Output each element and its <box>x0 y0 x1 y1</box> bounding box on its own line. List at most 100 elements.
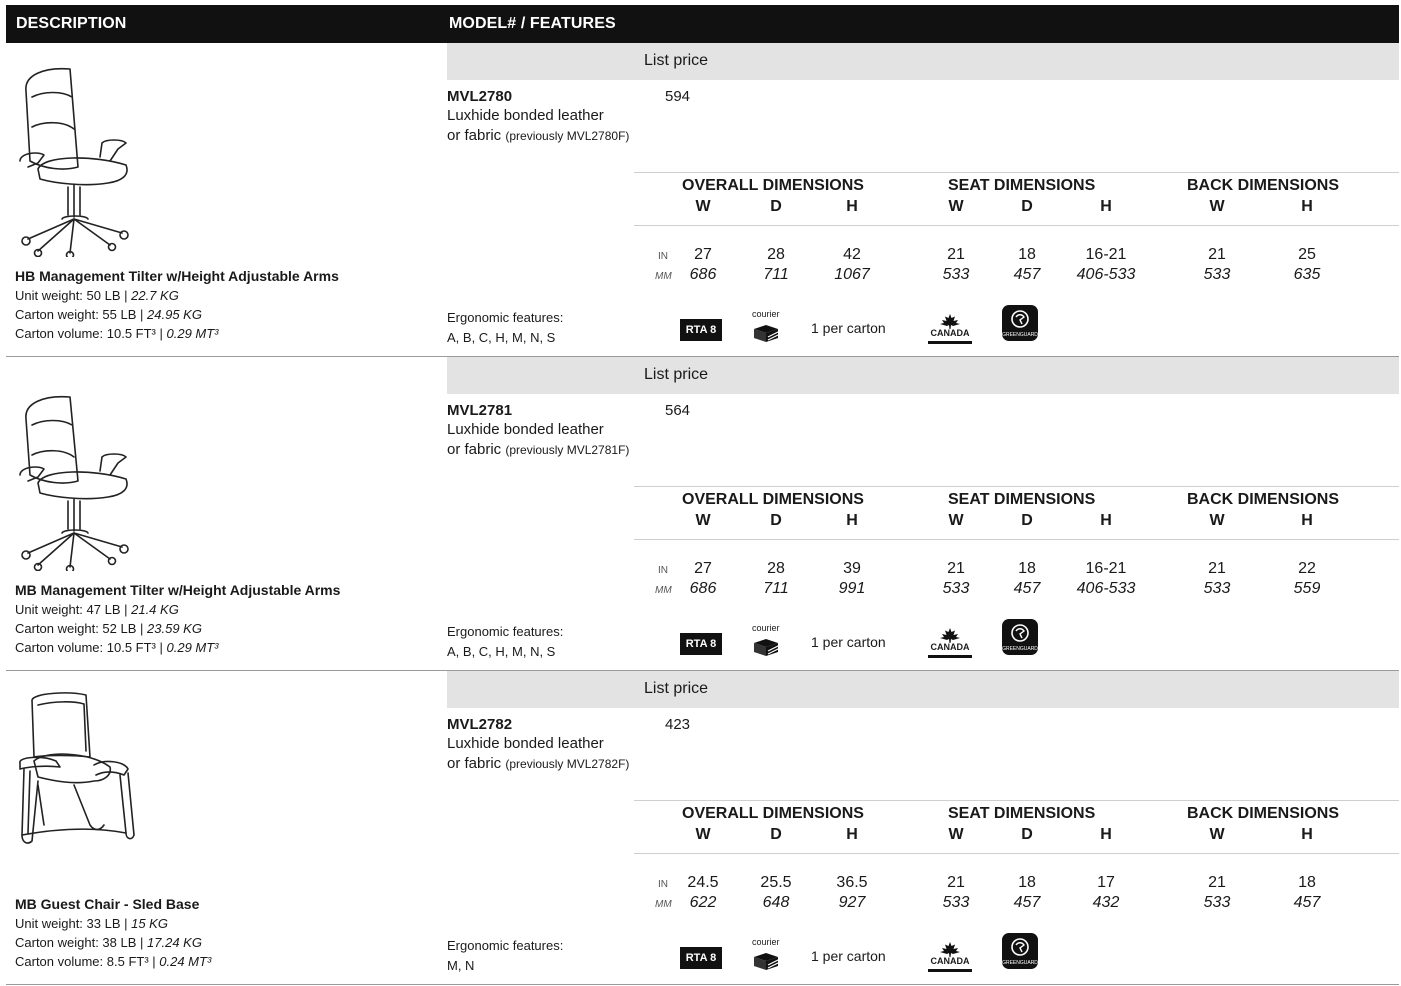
unit-weight-imperial: Unit weight: 50 LB | <box>15 288 132 303</box>
courier-icon: courier <box>750 937 786 973</box>
back-dimensions-heading: BACK DIMENSIONS <box>1187 177 1340 194</box>
carton-volume-metric: 0.24 MT³ <box>159 954 212 969</box>
dim-value-mm: 457 <box>1013 266 1041 283</box>
unit-weight-metric: 22.7 KG <box>131 288 179 303</box>
material-line2: or fabric (previously MVL2781F) <box>447 441 629 458</box>
dim-value-mm: 533 <box>1203 266 1231 283</box>
dim-value-mm: 533 <box>942 580 970 597</box>
dim-sub-w: W <box>948 826 964 843</box>
material-line2: or fabric (previously MVL2782F) <box>447 755 629 772</box>
dimension-mid-rule <box>634 539 1399 540</box>
unit-in: IN <box>658 565 668 576</box>
list-price-value: 564 <box>665 402 691 419</box>
dim-sub-w: W <box>948 198 964 215</box>
chair-image <box>14 371 139 574</box>
dim-value-in: 22 <box>1298 560 1316 577</box>
dim-value-mm: 686 <box>689 266 717 283</box>
dim-sub-d: D <box>1021 512 1033 529</box>
dim-value-mm: 406-533 <box>1076 266 1136 283</box>
canada-underline <box>928 655 972 658</box>
rta-badge: RTA 8 <box>680 319 722 341</box>
dim-value-in: 21 <box>947 246 965 263</box>
carton-weight-imperial: Carton weight: 55 LB | <box>15 307 148 322</box>
per-carton-text: 1 per carton <box>811 320 886 336</box>
carton-weight-imperial: Carton weight: 38 LB | <box>15 935 148 950</box>
rta-badge: RTA 8 <box>680 947 722 969</box>
dim-sub-h: H <box>1100 198 1112 215</box>
list-price-bar <box>447 671 1399 708</box>
unit-in: IN <box>658 251 668 262</box>
dim-sub-h: H <box>846 198 858 215</box>
row-separator <box>6 984 1399 985</box>
dimension-top-rule <box>634 486 1399 487</box>
rta-badge: RTA 8 <box>680 633 722 655</box>
carton-weight-imperial: Carton weight: 52 LB | <box>15 621 148 636</box>
list-price-bar <box>447 357 1399 394</box>
dim-value-mm: 622 <box>689 894 717 911</box>
greenguard-label: GREENGUARD <box>1002 960 1038 966</box>
list-price-value: 594 <box>665 88 691 105</box>
ergonomic-label: Ergonomic features: <box>447 938 564 953</box>
courier-label: courier <box>752 937 780 947</box>
list-price-value: 423 <box>665 716 691 733</box>
dim-value-mm: 686 <box>689 580 717 597</box>
product-row: List price MVL2781 Luxhide bonded leather o… <box>6 357 1399 671</box>
product-title: HB Management Tilter w/Height Adjustable… <box>15 268 339 284</box>
unit-weight-imperial: Unit weight: 47 LB | <box>15 602 132 617</box>
dim-sub-d: D <box>770 198 782 215</box>
carton-weight: Carton weight: 52 LB | 23.59 KG <box>15 621 202 636</box>
seat-dimensions-heading: SEAT DIMENSIONS <box>948 805 1096 822</box>
overall-dimensions-heading: OVERALL DIMENSIONS <box>682 177 864 194</box>
dim-value-in: 18 <box>1018 560 1036 577</box>
dimension-mid-rule <box>634 853 1399 854</box>
dim-value-in: 25.5 <box>760 874 792 891</box>
per-carton-text: 1 per carton <box>811 948 886 964</box>
dim-sub-h: H <box>846 512 858 529</box>
unit-in: IN <box>658 879 668 890</box>
header-description: DESCRIPTION <box>16 15 127 32</box>
dim-value-in: 36.5 <box>836 874 868 891</box>
dim-sub-h: H <box>1301 826 1313 843</box>
dimension-top-rule <box>634 172 1399 173</box>
dim-value-in: 21 <box>1208 874 1226 891</box>
overall-dimensions-heading: OVERALL DIMENSIONS <box>682 805 864 822</box>
previously-model: (previously MVL2781F) <box>505 443 630 457</box>
dim-value-in: 21 <box>1208 246 1226 263</box>
carton-volume: Carton volume: 10.5 FT³ | 0.29 MT³ <box>15 326 219 341</box>
dim-value-mm: 1067 <box>834 266 870 283</box>
ergonomic-label: Ergonomic features: <box>447 310 564 325</box>
dim-value-in: 21 <box>1208 560 1226 577</box>
dim-sub-d: D <box>770 826 782 843</box>
previously-model: (previously MVL2782F) <box>505 757 630 771</box>
table-header: DESCRIPTION MODEL# / FEATURES <box>6 5 1399 43</box>
canada-label: CANADA <box>930 328 970 338</box>
canada-underline <box>928 341 972 344</box>
courier-label: courier <box>752 623 780 633</box>
dim-value-mm: 711 <box>763 580 789 597</box>
material-or-fabric: or fabric <box>447 755 502 772</box>
seat-dimensions-heading: SEAT DIMENSIONS <box>948 491 1096 508</box>
unit-weight-metric: 15 KG <box>131 916 168 931</box>
unit-weight: Unit weight: 47 LB | 21.4 KG <box>15 602 179 617</box>
carton-weight-metric: 24.95 KG <box>147 307 202 322</box>
dim-sub-d: D <box>1021 826 1033 843</box>
material-line1: Luxhide bonded leather <box>447 421 604 438</box>
dim-sub-w: W <box>948 512 964 529</box>
dim-value-mm: 533 <box>1203 894 1231 911</box>
previously-model: (previously MVL2780F) <box>505 129 630 143</box>
dim-value-in: 18 <box>1298 874 1316 891</box>
carton-volume-imperial: Carton volume: 10.5 FT³ | <box>15 640 167 655</box>
per-carton-text: 1 per carton <box>811 634 886 650</box>
canada-label: CANADA <box>930 642 970 652</box>
dim-sub-h: H <box>1301 198 1313 215</box>
dim-value-mm: 457 <box>1013 580 1041 597</box>
dimension-top-rule <box>634 800 1399 801</box>
greenguard-icon: GREENGUARD <box>1002 619 1038 655</box>
chair-image <box>14 685 139 885</box>
made-in-canada-icon: CANADA <box>926 627 974 663</box>
carton-weight-metric: 23.59 KG <box>147 621 202 636</box>
material-or-fabric: or fabric <box>447 441 502 458</box>
dimension-mid-rule <box>634 225 1399 226</box>
list-price-label: List price <box>644 680 709 697</box>
seat-dimensions-heading: SEAT DIMENSIONS <box>948 177 1096 194</box>
